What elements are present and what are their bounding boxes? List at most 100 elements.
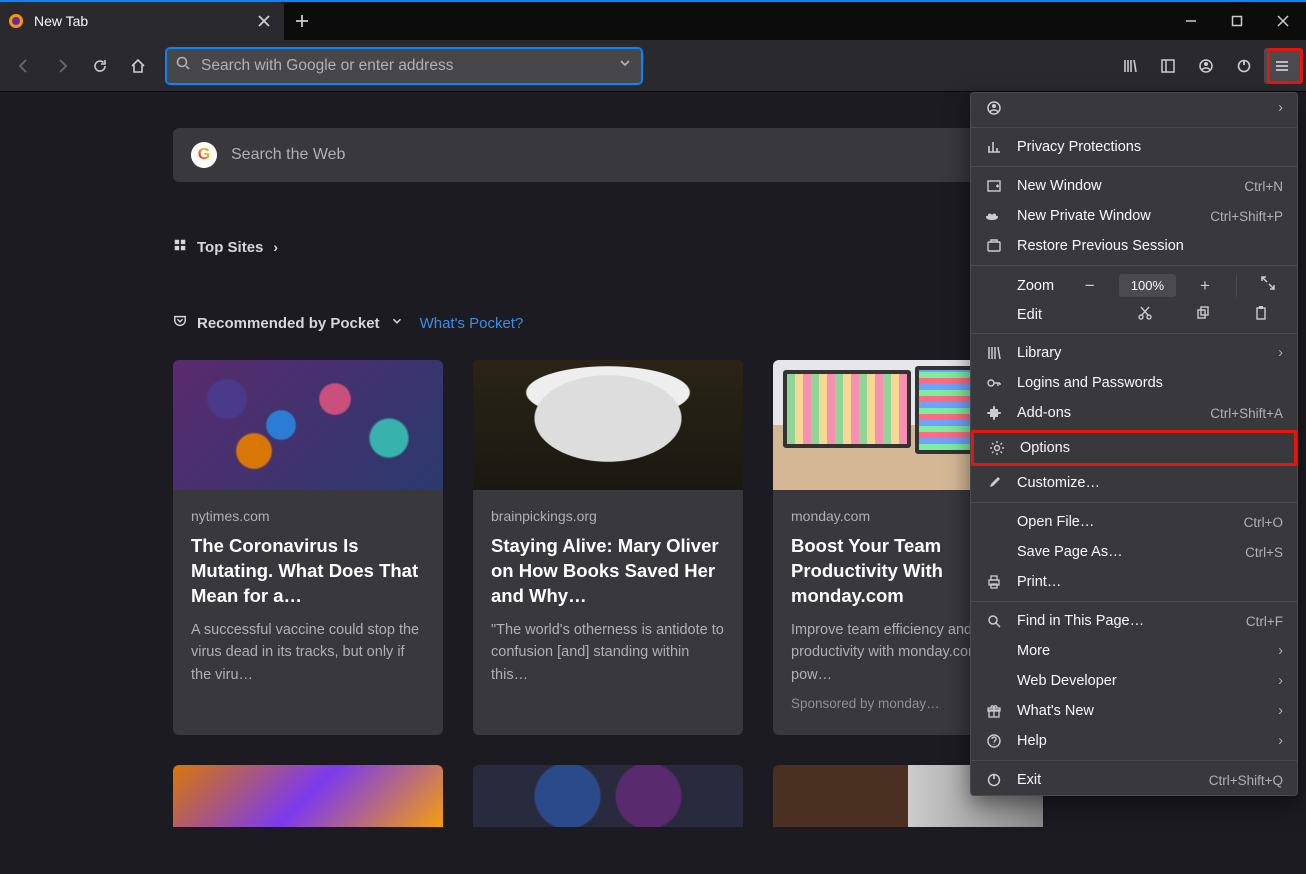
exit-button-icon[interactable] — [1226, 48, 1262, 84]
card-source: brainpickings.org — [491, 508, 725, 524]
menu-account[interactable]: › — [971, 93, 1297, 123]
url-bar[interactable] — [166, 48, 642, 84]
chevron-right-icon: › — [1278, 345, 1283, 361]
firefox-icon — [8, 13, 24, 29]
library-icon — [985, 345, 1003, 361]
google-icon: G — [191, 142, 217, 168]
menu-addons[interactable]: Add-ons Ctrl+Shift+A — [971, 398, 1297, 428]
card-title: The Coronavirus Is Mutating. What Does T… — [191, 534, 425, 609]
shortcut: Ctrl+Shift+Q — [1209, 773, 1283, 788]
mask-icon — [985, 208, 1003, 224]
zoom-out-button[interactable]: − — [1075, 276, 1105, 296]
urlbar-dropdown-icon[interactable] — [617, 55, 633, 76]
paste-button[interactable] — [1239, 305, 1283, 325]
cut-button[interactable] — [1123, 305, 1167, 325]
web-search-placeholder: Search the Web — [231, 146, 345, 164]
tab-close-icon[interactable] — [254, 11, 274, 31]
fullscreen-button[interactable] — [1253, 275, 1283, 296]
menu-whats-new[interactable]: What's New › — [971, 696, 1297, 726]
menu-privacy-protections[interactable]: Privacy Protections — [971, 132, 1297, 162]
menu-restore-session[interactable]: Restore Previous Session — [971, 231, 1297, 261]
sidebar-button[interactable] — [1150, 48, 1186, 84]
grid-icon — [173, 238, 187, 256]
card-description: "The world's otherness is antidote to co… — [491, 619, 725, 686]
menu-save-as[interactable]: Save Page As… Ctrl+S — [971, 537, 1297, 567]
menu-help[interactable]: Help › — [971, 726, 1297, 756]
pocket-icon — [173, 314, 187, 332]
card-image — [473, 360, 743, 490]
window-icon — [985, 178, 1003, 194]
shortcut: Ctrl+S — [1245, 545, 1283, 560]
home-button[interactable] — [120, 48, 156, 84]
forward-button[interactable] — [44, 48, 80, 84]
close-window-button[interactable] — [1260, 2, 1306, 40]
app-menu: › Privacy Protections New Window Ctrl+N … — [970, 92, 1298, 796]
gear-icon — [988, 440, 1006, 456]
card-description: A successful vaccine could stop the viru… — [191, 619, 425, 686]
reload-button[interactable] — [82, 48, 118, 84]
shortcut: Ctrl+N — [1244, 179, 1283, 194]
pocket-card[interactable]: brainpickings.org Staying Alive: Mary Ol… — [473, 360, 743, 735]
zoom-percent[interactable]: 100% — [1119, 274, 1176, 297]
account-button[interactable] — [1188, 48, 1224, 84]
power-icon — [985, 772, 1003, 788]
pocket-card[interactable] — [173, 765, 443, 827]
pocket-card[interactable] — [473, 765, 743, 827]
chevron-down-icon — [390, 314, 404, 332]
puzzle-icon — [985, 405, 1003, 421]
menu-exit[interactable]: Exit Ctrl+Shift+Q — [971, 765, 1297, 795]
shortcut: Ctrl+O — [1244, 515, 1283, 530]
chevron-right-icon: › — [1278, 673, 1283, 689]
key-icon — [985, 375, 1003, 391]
whats-pocket-link[interactable]: What's Pocket? — [420, 315, 524, 332]
search-icon — [985, 613, 1003, 629]
new-tab-button[interactable] — [284, 2, 320, 40]
window-controls — [1168, 2, 1306, 40]
shortcut: Ctrl+F — [1246, 614, 1283, 629]
menu-web-developer[interactable]: Web Developer › — [971, 666, 1297, 696]
menu-print[interactable]: Print… — [971, 567, 1297, 597]
minimize-button[interactable] — [1168, 2, 1214, 40]
library-button[interactable] — [1112, 48, 1148, 84]
chart-icon — [985, 139, 1003, 155]
chevron-right-icon: › — [1278, 643, 1283, 659]
maximize-button[interactable] — [1214, 2, 1260, 40]
highlight-hamburger — [1267, 48, 1303, 84]
menu-zoom-row: Zoom − 100% + — [971, 270, 1297, 301]
search-icon — [175, 55, 191, 76]
menu-find[interactable]: Find in This Page… Ctrl+F — [971, 606, 1297, 636]
navigation-toolbar — [0, 40, 1306, 92]
url-input[interactable] — [201, 57, 617, 75]
chevron-right-icon: › — [273, 239, 278, 255]
chevron-right-icon: › — [1278, 703, 1283, 719]
chevron-right-icon: › — [1278, 100, 1283, 116]
tab-title: New Tab — [34, 13, 254, 29]
menu-options[interactable]: Options — [974, 433, 1294, 463]
zoom-label: Zoom — [985, 278, 1061, 294]
printer-icon — [985, 574, 1003, 590]
menu-more[interactable]: More › — [971, 636, 1297, 666]
back-button[interactable] — [6, 48, 42, 84]
menu-new-window[interactable]: New Window Ctrl+N — [971, 171, 1297, 201]
paintbrush-icon — [985, 475, 1003, 491]
account-icon — [985, 100, 1003, 116]
copy-button[interactable] — [1181, 305, 1225, 325]
menu-new-private-window[interactable]: New Private Window Ctrl+Shift+P — [971, 201, 1297, 231]
menu-logins[interactable]: Logins and Passwords — [971, 368, 1297, 398]
zoom-in-button[interactable]: + — [1190, 276, 1220, 296]
chevron-right-icon: › — [1278, 733, 1283, 749]
menu-edit-row: Edit — [971, 301, 1297, 329]
help-icon — [985, 733, 1003, 749]
titlebar: New Tab — [0, 0, 1306, 40]
card-title: Staying Alive: Mary Oliver on How Books … — [491, 534, 725, 609]
top-sites-label: Top Sites — [197, 239, 263, 256]
shortcut: Ctrl+Shift+A — [1210, 406, 1283, 421]
gift-icon — [985, 703, 1003, 719]
menu-customize[interactable]: Customize… — [971, 468, 1297, 498]
menu-library[interactable]: Library › — [971, 338, 1297, 368]
shortcut: Ctrl+Shift+P — [1210, 209, 1283, 224]
browser-tab[interactable]: New Tab — [0, 2, 284, 40]
menu-open-file[interactable]: Open File… Ctrl+O — [971, 507, 1297, 537]
pocket-label: Recommended by Pocket — [197, 315, 380, 332]
pocket-card[interactable]: nytimes.com The Coronavirus Is Mutating.… — [173, 360, 443, 735]
